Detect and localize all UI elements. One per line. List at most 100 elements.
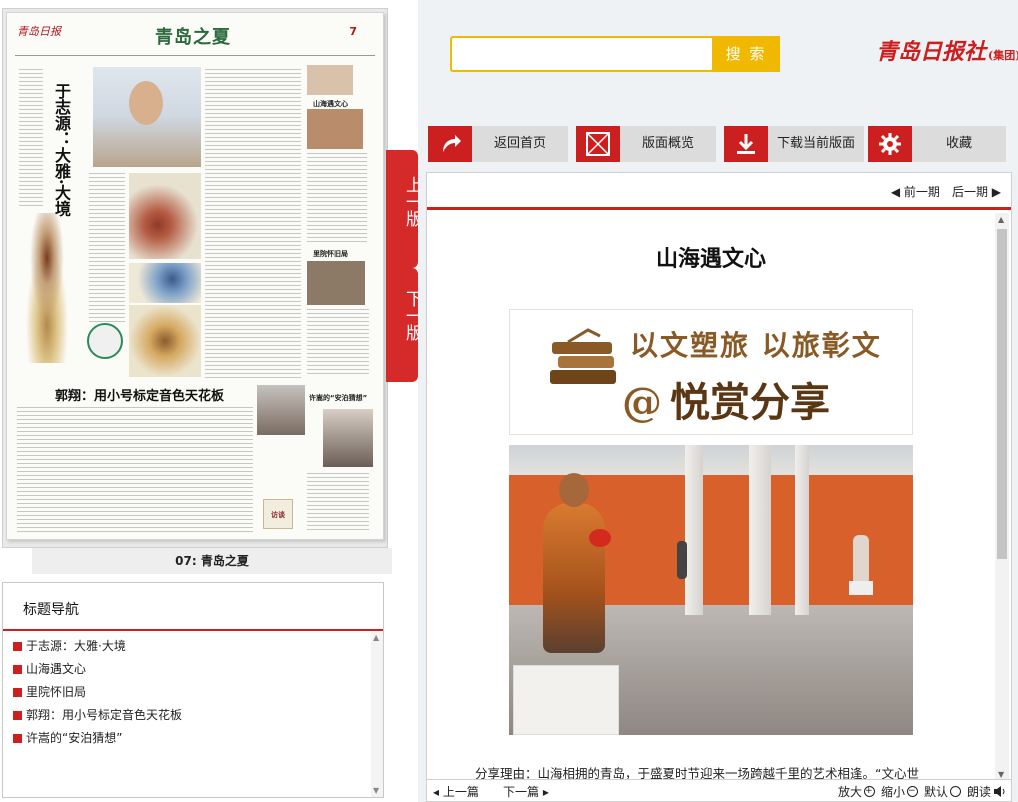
headline-nav-item-label[interactable]: 里院怀旧局: [26, 681, 86, 704]
np-text-column: [205, 69, 301, 379]
headline-nav-item-label[interactable]: 许嵩的“安泊猜想”: [26, 727, 122, 750]
bullet-square-icon: [13, 665, 22, 674]
headline-nav-list: 于志源：大雅·大境 山海遇文心 里院怀旧局 郭翔：用小号标定音色天花板 许嵩的“…: [13, 635, 182, 750]
headline-nav-scrollbar[interactable]: ▲ ▼: [371, 631, 383, 797]
np-text-column: [19, 69, 43, 209]
article-scrollbar[interactable]: ▲ ▼: [995, 213, 1009, 781]
headline-nav-divider: [3, 629, 383, 631]
scroll-up-icon[interactable]: ▲: [373, 633, 379, 642]
banner-title-text: 悦赏分享: [670, 379, 830, 426]
headline-nav-item-label[interactable]: 郭翔：用小号标定音色天花板: [26, 704, 182, 727]
next-article-link[interactable]: 下一篇 ▸: [503, 783, 549, 800]
statue-helmet: [589, 529, 611, 547]
headline-nav-title: 标题导航: [23, 602, 79, 618]
photo-pillar: [795, 445, 809, 615]
search-input[interactable]: [450, 36, 716, 72]
plus-icon: +: [863, 786, 875, 797]
read-aloud-button[interactable]: 朗读: [967, 783, 1007, 800]
scroll-up-icon[interactable]: ▲: [998, 215, 1004, 224]
content-divider: [427, 207, 1011, 210]
layout-grid-icon: [576, 126, 620, 162]
bullet-square-icon: [13, 734, 22, 743]
zoom-out-label: 缩小: [880, 785, 905, 799]
next-issue-link[interactable]: 后一期 ▶: [952, 183, 1001, 200]
headline-nav-item[interactable]: 郭翔：用小号标定音色天花板: [13, 704, 182, 727]
search-button[interactable]: 搜 索: [712, 36, 780, 72]
np-exhibit-thumb: [307, 109, 363, 149]
circle-icon: [949, 786, 961, 797]
prev-issue-link[interactable]: ◀ 前一期: [891, 183, 940, 200]
np-text-column: [89, 173, 125, 323]
scroll-down-icon[interactable]: ▼: [998, 770, 1004, 779]
headline-nav-item[interactable]: 于志源：大雅·大境: [13, 635, 182, 658]
np-text-column: [17, 407, 253, 533]
np-page-number: 7: [349, 25, 357, 38]
headline-nav-item-label[interactable]: 于志源：大雅·大境: [26, 635, 126, 658]
home-button[interactable]: 返回首页: [428, 126, 568, 162]
prev-page-tab[interactable]: 上一版: [386, 150, 418, 268]
photo-pedestal: [513, 665, 619, 735]
next-article-label: 下一篇: [503, 785, 540, 799]
reader-panel: 搜 索 青岛日报社 (集团) 返回首页 版面概览 下载当前版面 收藏 ◀ 前一期…: [418, 0, 1018, 802]
download-button-label: 下载当前版面: [776, 136, 855, 151]
brand-suffix: (集团): [988, 49, 1018, 62]
speaker-icon: [994, 786, 1005, 797]
read-aloud-label: 朗读: [966, 785, 991, 799]
article-banner-image: 以文塑旅 以旅彰文 @ 悦赏分享: [509, 309, 913, 435]
page-caption: 07: 青岛之夏: [32, 548, 392, 574]
headline-nav-item[interactable]: 里院怀旧局: [13, 681, 182, 704]
prev-article-link[interactable]: ◂ 上一篇: [433, 783, 479, 800]
issue-nav: ◀ 前一期 后一期 ▶: [891, 183, 1001, 200]
np-logo-badge: [87, 323, 123, 359]
download-icon: [724, 126, 768, 162]
np-headline-second[interactable]: 郭翔：用小号标定音色天花板: [55, 385, 224, 404]
prev-issue-label: 前一期: [903, 185, 940, 199]
favorite-button-label: 收藏: [945, 136, 972, 151]
zoom-in-button[interactable]: 放大 +: [838, 783, 875, 800]
np-headline-main[interactable]: 于志源：大雅·大境: [47, 83, 71, 217]
np-subhead-2[interactable]: 里院怀旧局: [313, 249, 348, 259]
books-icon: [550, 328, 616, 384]
np-painting: [129, 173, 201, 259]
default-size-button[interactable]: 默认: [924, 783, 961, 800]
next-issue-label: 后一期: [951, 185, 988, 199]
default-size-label: 默认: [923, 785, 948, 799]
gear-icon: [868, 126, 912, 162]
prev-article-label: 上一篇: [442, 785, 479, 799]
photo-stool: [849, 581, 873, 595]
download-button[interactable]: 下载当前版面: [724, 126, 864, 162]
headline-nav-item[interactable]: 许嵩的“安泊猜想”: [13, 727, 182, 750]
headline-nav: 标题导航 于志源：大雅·大境 山海遇文心 里院怀旧局 郭翔：用小号标定音色天花板…: [2, 582, 384, 798]
np-masthead: 青岛日报: [17, 25, 61, 38]
overview-button[interactable]: 版面概览: [576, 126, 716, 162]
photo-visitor: [677, 541, 687, 579]
bullet-square-icon: [13, 642, 22, 651]
newspaper-page-thumbnail[interactable]: 青岛日报 青岛之夏 7 于志源：大雅·大境 山海遇文心 里院怀旧局 郭翔：用小号…: [6, 12, 384, 540]
banner-title: @ 悦赏分享: [622, 370, 830, 428]
overview-button-label: 版面概览: [641, 136, 694, 151]
np-bird-painting: [17, 213, 77, 363]
zoom-out-button[interactable]: 缩小 −: [881, 783, 918, 800]
exhibition-photo: [509, 445, 913, 735]
brand-logo: 青岛日报社 (集团): [876, 34, 1018, 66]
scrollbar-thumb[interactable]: [997, 229, 1007, 559]
article-footer-bar: ◂ 上一篇 下一篇 ▸ 放大 + 缩小 − 默认 朗读: [427, 779, 1011, 801]
favorite-button[interactable]: 收藏: [868, 126, 1006, 162]
np-text-column: [307, 473, 369, 531]
np-rule: [15, 55, 375, 56]
brand-name: 青岛日报社: [876, 39, 987, 65]
newspaper-panel: 青岛日报 青岛之夏 7 于志源：大雅·大境 山海遇文心 里院怀旧局 郭翔：用小号…: [0, 0, 422, 802]
minus-icon: −: [906, 786, 918, 797]
np-subhead-3[interactable]: 许嵩的“安泊猜想”: [309, 393, 367, 403]
np-subhead-1[interactable]: 山海遇文心: [313, 99, 348, 109]
return-arrow-icon: [428, 126, 472, 162]
headline-nav-item-label[interactable]: 山海遇文心: [26, 658, 86, 681]
next-page-tab[interactable]: 下一版: [386, 268, 422, 382]
headline-nav-item[interactable]: 山海遇文心: [13, 658, 182, 681]
np-singer-photo: [323, 409, 373, 467]
np-text-column: [307, 153, 367, 243]
banner-slogan: 以文塑旅 以旅彰文: [630, 329, 882, 362]
np-courtyard-thumb: [307, 261, 365, 305]
scroll-down-icon[interactable]: ▼: [373, 786, 379, 795]
np-painting: [129, 263, 201, 303]
